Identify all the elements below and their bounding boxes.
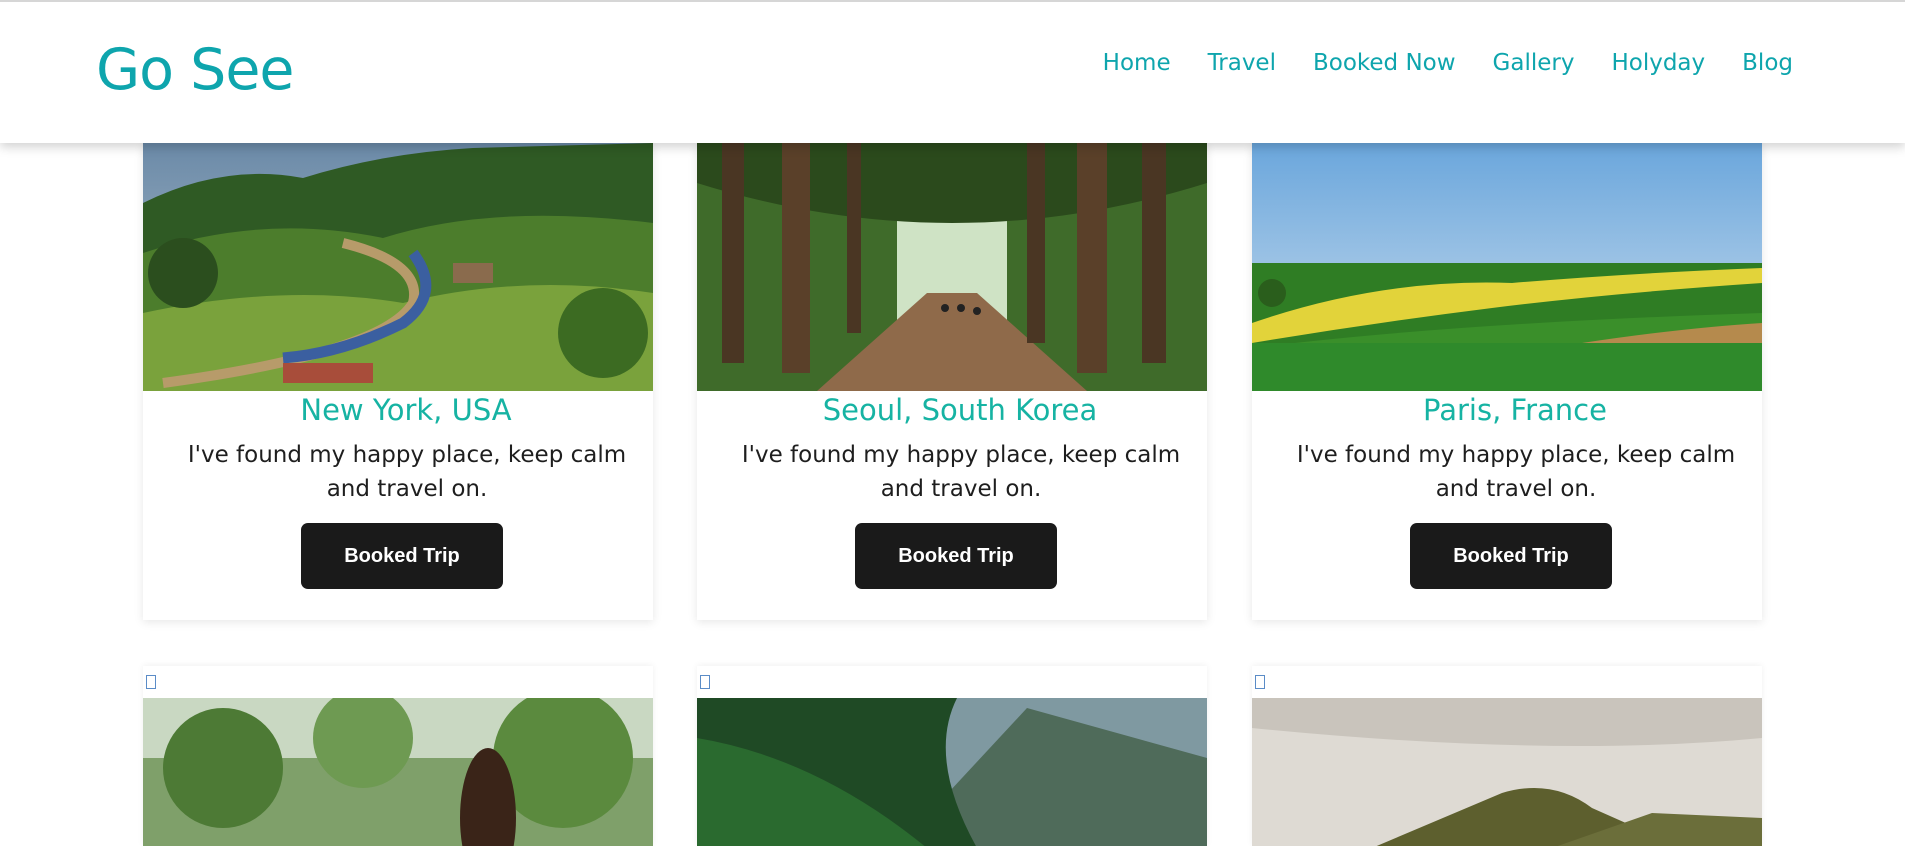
booked-trip-button[interactable]: Booked Trip: [301, 523, 503, 589]
card-photo-tree-road: [697, 143, 1207, 391]
destination-card: Paris, France I've found my happy place,…: [1252, 143, 1762, 620]
destination-card: [697, 666, 1207, 846]
card-title: New York, USA: [300, 393, 512, 427]
card-photo-woman-forest: [143, 698, 653, 846]
site-header: Go See Home Travel Booked Now Gallery Ho…: [0, 0, 1905, 143]
nav-blog[interactable]: Blog: [1742, 52, 1793, 75]
card-photo-fields: [1252, 143, 1762, 391]
nav-holyday[interactable]: Holyday: [1611, 52, 1705, 75]
booked-trip-button[interactable]: Booked Trip: [1410, 523, 1612, 589]
card-text: I've found my happy place, keep calm and…: [187, 442, 627, 502]
card-title: Seoul, South Korea: [822, 393, 1098, 427]
nav-home[interactable]: Home: [1103, 52, 1171, 75]
card-text: I've found my happy place, keep calm and…: [741, 442, 1181, 502]
broken-image-icon: [1255, 675, 1265, 689]
booked-trip-button[interactable]: Booked Trip: [855, 523, 1057, 589]
card-photo-peak: [1252, 698, 1762, 846]
destination-card: [143, 666, 653, 846]
nav-travel[interactable]: Travel: [1208, 52, 1276, 75]
brand-logo[interactable]: Go See: [96, 42, 294, 99]
nav-gallery[interactable]: Gallery: [1493, 52, 1575, 75]
card-photo-train-hills: [143, 143, 653, 391]
destination-card: Seoul, South Korea I've found my happy p…: [697, 143, 1207, 620]
card-title: Paris, France: [1423, 393, 1607, 427]
card-photo-mountain: [697, 698, 1207, 846]
nav-booked-now[interactable]: Booked Now: [1313, 52, 1456, 75]
broken-image-icon: [700, 675, 710, 689]
destination-card: New York, USA I've found my happy place,…: [143, 143, 653, 620]
destination-card: [1252, 666, 1762, 846]
main-nav: Home Travel Booked Now Gallery Holyday B…: [1103, 52, 1793, 75]
broken-image-icon: [146, 675, 156, 689]
card-text: I've found my happy place, keep calm and…: [1296, 442, 1736, 502]
